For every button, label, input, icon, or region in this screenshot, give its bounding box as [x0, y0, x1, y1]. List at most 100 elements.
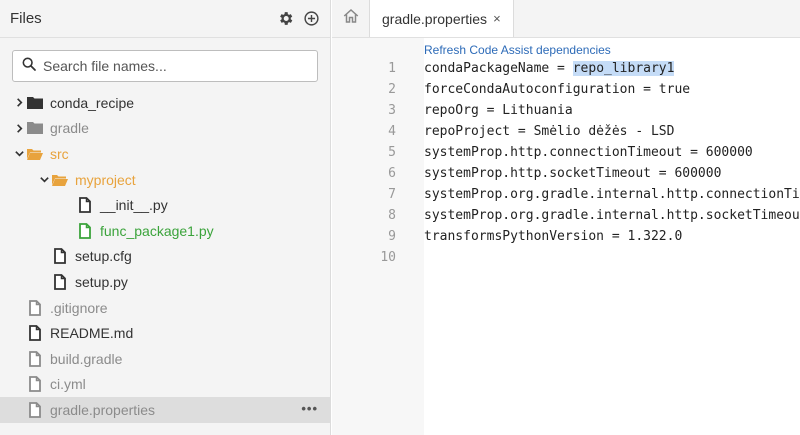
close-icon[interactable]: ×	[493, 11, 501, 26]
code-text: systemProp.http.socketTimeout = 600000	[424, 166, 721, 181]
tree-file[interactable]: gradle.properties •••	[0, 397, 330, 423]
sidebar-header: Files	[0, 0, 330, 38]
line-number: 9	[388, 229, 396, 244]
tree-file[interactable]: build.gradle	[0, 346, 330, 372]
search-input[interactable]	[43, 58, 309, 74]
chevron-down-icon[interactable]	[12, 148, 26, 159]
tree-item-label: gradle	[50, 120, 89, 137]
chevron-down-icon[interactable]	[37, 174, 51, 185]
tree-folder[interactable]: src	[0, 141, 330, 167]
code-segment: systemProp.org.gradle.internal.http.sock…	[424, 208, 800, 223]
file-icon	[26, 350, 44, 367]
code-line: 5 systemProp.http.connectionTimeout = 600…	[332, 142, 800, 163]
code-line: 4 repoProject = Smėlio dėžės - LSD	[332, 121, 800, 142]
line-number: 1	[388, 61, 396, 76]
tree-folder[interactable]: myproject	[0, 167, 330, 193]
code-segment: systemProp.http.socketTimeout = 600000	[424, 166, 722, 181]
line-number: 10	[380, 250, 396, 265]
gear-icon[interactable]	[276, 10, 294, 28]
tree-item-label: src	[50, 145, 69, 162]
code-text: condaPackageName = repo_library1	[424, 61, 675, 76]
tree-file[interactable]: README.md	[0, 320, 330, 346]
code-text: transformsPythonVersion = 1.322.0	[424, 229, 682, 244]
code-line: 1 condaPackageName = repo_library1	[332, 58, 800, 79]
line-number: 8	[388, 208, 396, 223]
tree-folder[interactable]: gradle	[0, 116, 330, 142]
tree-item-label: ci.yml	[50, 376, 86, 393]
selected-text: repo_library1	[572, 61, 675, 76]
tree-item-label: conda_recipe	[50, 94, 135, 111]
file-icon	[26, 376, 44, 393]
line-number: 7	[388, 187, 396, 202]
tree-item-label: func_package1.py	[100, 222, 214, 239]
sidebar-actions	[276, 10, 320, 28]
code-line: 3 repoOrg = Lithuania	[332, 100, 800, 121]
chevron-right-icon[interactable]	[12, 97, 26, 108]
code-line: 2 forceCondaAutoconfiguration = true	[332, 79, 800, 100]
code-line: 8 systemProp.org.gradle.internal.http.soc…	[332, 205, 800, 226]
code-text: repoProject = Smėlio dėžės - LSD	[424, 124, 674, 139]
code-segment: transformsPythonVersion = 1.322.0	[424, 229, 683, 244]
line-number: 6	[388, 166, 396, 181]
code-segment: forceCondaAutoconfiguration = true	[424, 82, 691, 97]
home-button[interactable]	[332, 0, 370, 37]
home-icon	[342, 7, 360, 30]
folder-open-icon	[26, 146, 44, 162]
file-icon	[76, 222, 94, 239]
file-icon	[26, 299, 44, 316]
file-sidebar: Files conda_recipegradle src myproject __in…	[0, 0, 331, 435]
tree-item-label: build.gradle	[50, 350, 123, 367]
code-text: forceCondaAutoconfiguration = true	[424, 82, 690, 97]
code-text: systemProp.org.gradle.internal.http.conn…	[424, 187, 800, 202]
file-tree: conda_recipegradle src myproject __init__.p…	[0, 90, 330, 423]
tree-folder[interactable]: conda_recipe	[0, 90, 330, 116]
tab-label: gradle.properties	[382, 10, 488, 27]
line-number: 4	[388, 124, 396, 139]
folder-open-icon	[51, 172, 69, 188]
refresh-code-assist-link[interactable]: Refresh Code Assist dependencies	[424, 43, 611, 57]
code-segment: condaPackageName =	[424, 61, 573, 76]
search-box[interactable]	[12, 50, 318, 82]
line-number: 3	[388, 103, 396, 118]
more-options-icon[interactable]: •••	[301, 401, 318, 416]
tree-file[interactable]: ci.yml	[0, 372, 330, 398]
tab-gradle-properties[interactable]: gradle.properties ×	[370, 0, 514, 37]
file-icon	[51, 274, 69, 290]
code-line: 6 systemProp.http.socketTimeout = 600000	[332, 163, 800, 184]
add-circle-icon[interactable]	[302, 10, 320, 28]
code-segment: repoOrg = Lithuania	[424, 103, 573, 118]
code-text: systemProp.org.gradle.internal.http.sock…	[424, 208, 800, 223]
line-number: 2	[388, 82, 396, 97]
tree-item-label: setup.cfg	[75, 248, 132, 265]
editor-pane: gradle.properties × Refresh Code Assist …	[332, 0, 800, 435]
tree-item-label: setup.py	[75, 273, 128, 290]
tree-item-label: README.md	[50, 325, 134, 342]
tree-item-label: __init__.py	[100, 197, 168, 214]
tree-file[interactable]: func_package1.py	[0, 218, 330, 244]
code-text: repoOrg = Lithuania	[424, 103, 573, 118]
tree-file[interactable]: setup.cfg	[0, 244, 330, 270]
tree-file[interactable]: setup.py	[0, 269, 330, 295]
code-line: 10	[332, 247, 800, 268]
tree-item-label: .gitignore	[50, 299, 108, 316]
code-lines: 1 condaPackageName = repo_library1 2 forceC…	[332, 58, 800, 268]
file-icon	[76, 197, 94, 214]
tree-item-label: myproject	[75, 171, 136, 188]
code-line: 7 systemProp.org.gradle.internal.http.con…	[332, 184, 800, 205]
sidebar-title: Files	[10, 10, 42, 27]
code-line: 9 transformsPythonVersion = 1.322.0	[332, 226, 800, 247]
tab-bar: gradle.properties ×	[332, 0, 800, 38]
chevron-right-icon[interactable]	[12, 123, 26, 134]
tree-item-label: gradle.properties	[50, 401, 156, 418]
file-icon	[51, 248, 69, 265]
file-icon	[26, 402, 44, 418]
tree-file[interactable]: .gitignore	[0, 295, 330, 321]
tree-file[interactable]: __init__.py	[0, 192, 330, 218]
code-editor[interactable]: Refresh Code Assist dependencies 1 condaP…	[332, 38, 800, 435]
code-text: systemProp.http.connectionTimeout = 6000…	[424, 145, 753, 160]
code-segment: repoProject = Smėlio dėžės - LSD	[424, 124, 675, 139]
file-icon	[26, 325, 44, 342]
search-icon	[21, 56, 37, 77]
code-segment: systemProp.org.gradle.internal.http.conn…	[424, 187, 800, 202]
folder-icon	[26, 120, 44, 136]
